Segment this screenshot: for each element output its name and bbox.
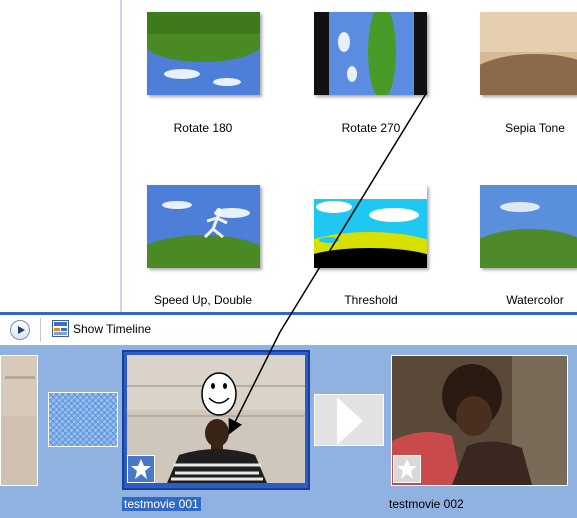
smiley-face-icon	[201, 372, 237, 416]
annotation-overlay	[201, 91, 428, 435]
drag-arrow-lower	[228, 331, 281, 435]
drag-arrow-upper	[279, 91, 428, 333]
